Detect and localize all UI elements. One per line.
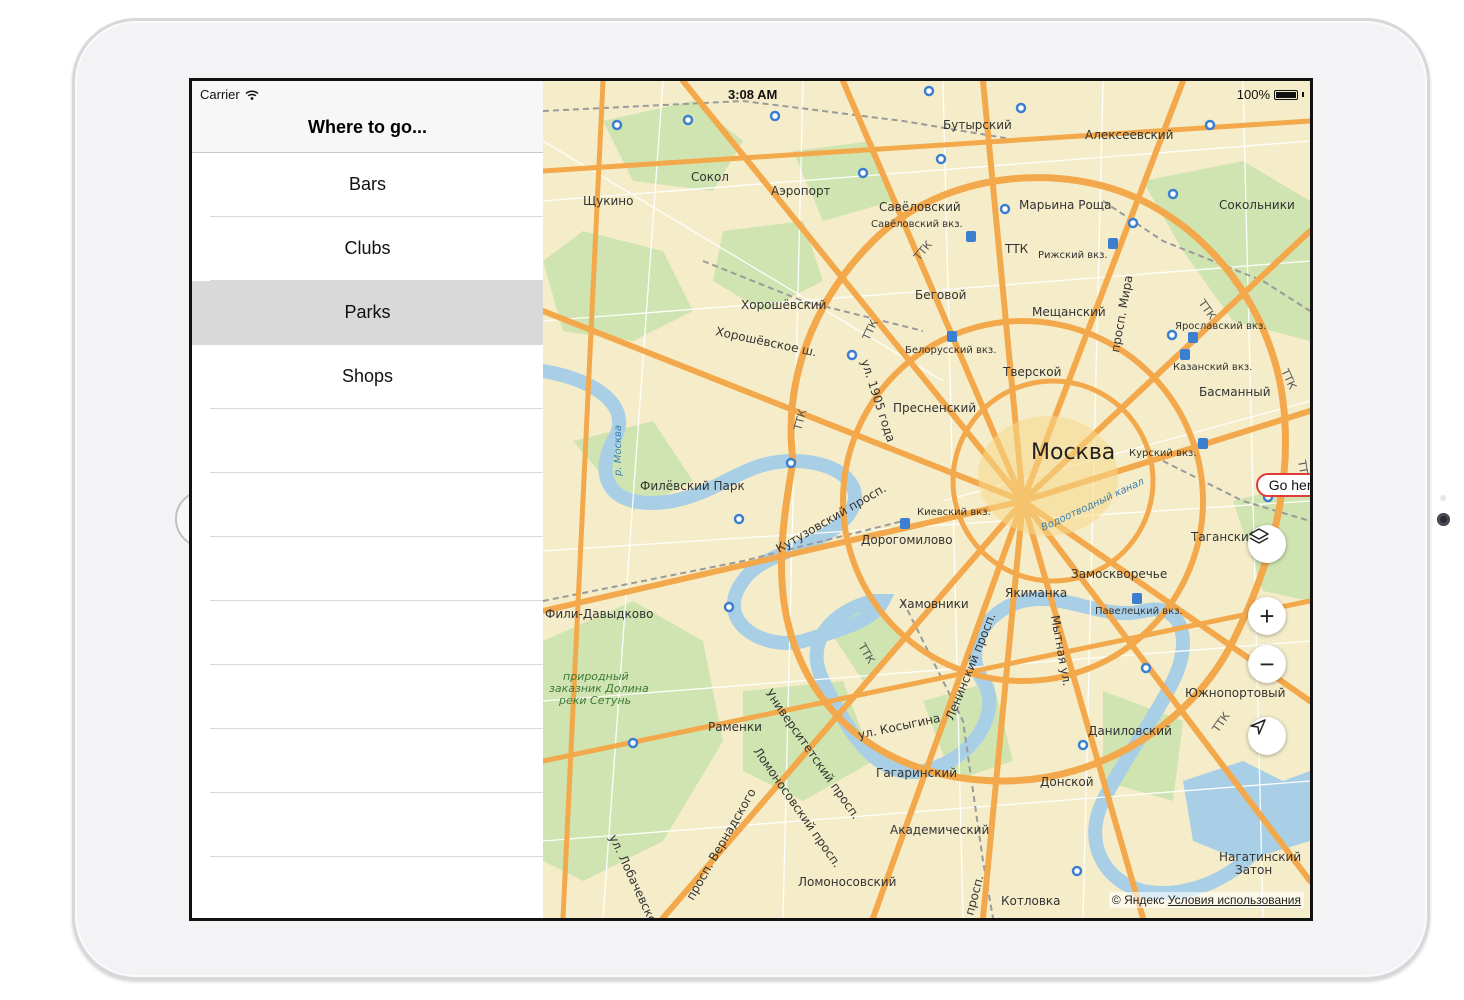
map-label: Гагаринский	[876, 766, 957, 780]
list-item-empty[interactable]	[192, 665, 543, 729]
sidebar-navbar: Carrier Where to go...	[192, 81, 543, 153]
map-label: Аэропорт	[771, 184, 831, 198]
battery-percent: 100%	[1236, 87, 1270, 102]
light-sensor	[1440, 495, 1446, 501]
map-label: Фили-Давыдково	[545, 607, 654, 621]
front-camera	[1437, 513, 1450, 526]
copyright-text: © Яндекс	[1111, 893, 1165, 907]
zoom-out-button[interactable]: −	[1248, 645, 1286, 683]
map-label: ТТК	[1209, 710, 1233, 736]
layers-button[interactable]	[1248, 525, 1286, 563]
list-item-empty[interactable]	[192, 729, 543, 793]
list-item-empty[interactable]	[192, 473, 543, 537]
status-battery: 100%	[1237, 87, 1304, 102]
map-label: Дорогомилово	[861, 533, 953, 547]
map-label: Марьина Роща	[1019, 198, 1111, 212]
sidebar: Carrier Where to go... Bars Clubs Parks …	[192, 81, 543, 918]
map-label: Затон	[1235, 863, 1272, 877]
status-carrier: Carrier	[200, 87, 259, 102]
map-label: просп. Мира	[1108, 274, 1135, 353]
row-divider	[210, 856, 543, 857]
map-label: Басманный	[1199, 385, 1271, 399]
layers-icon	[1249, 528, 1269, 544]
map-label: Южнопортовый	[1185, 686, 1285, 700]
list-item-empty[interactable]	[192, 601, 543, 665]
terms-link[interactable]: Условия использования	[1168, 893, 1301, 907]
map-label: Беговой	[915, 288, 966, 302]
battery-tip	[1302, 92, 1304, 97]
map-label: Бутырский	[943, 118, 1012, 132]
map-label: р. Москва	[613, 425, 624, 477]
map-label: Мещанский	[1032, 305, 1106, 319]
map-label: Алексеевский	[1085, 128, 1173, 142]
map-label: Якиманка	[1005, 586, 1067, 600]
map-label: просп. Вернадского	[683, 786, 758, 903]
list-item-empty[interactable]	[192, 409, 543, 473]
list-item-empty[interactable]	[192, 537, 543, 601]
map-label: Замоскворечье	[1071, 567, 1167, 581]
device-screen: Carrier Where to go... Bars Clubs Parks …	[189, 78, 1313, 921]
map-label: Курский вкз.	[1129, 448, 1197, 459]
status-time: 3:08 AM	[728, 87, 778, 102]
map-label: Савёловский	[879, 200, 961, 214]
list-item-empty[interactable]	[192, 793, 543, 857]
map-tiles: Бутырский Алексеевский Сокол Аэропорт Щу…	[543, 81, 1310, 918]
map-label: Щукино	[583, 194, 633, 208]
zoom-in-button[interactable]: +	[1248, 597, 1286, 635]
list-item-parks[interactable]: Parks	[192, 281, 543, 345]
wifi-icon	[245, 89, 259, 100]
map-label: реки Сетунь	[558, 694, 631, 707]
battery-icon	[1274, 89, 1298, 100]
map-label: Казанский вкз.	[1173, 362, 1252, 373]
map-label: Ярославский вкз.	[1175, 321, 1266, 332]
map-label: Даниловский	[1088, 724, 1172, 738]
map-label: Павелецкий вкз.	[1095, 606, 1183, 617]
map-label: Донской	[1040, 775, 1094, 789]
carrier-label: Carrier	[200, 87, 240, 102]
map-label: Ломоносовский	[798, 875, 896, 889]
map-label: Савёловский вкз.	[871, 219, 963, 230]
map-label: Сокольники	[1219, 198, 1295, 212]
map-label: Киевский вкз.	[917, 507, 991, 518]
list-item-label: Clubs	[344, 238, 391, 258]
map-label: Раменки	[708, 720, 762, 734]
list-item-bars[interactable]: Bars	[192, 153, 543, 217]
map-label: Хорошёвский	[741, 298, 826, 312]
map-label: Филёвский Парк	[640, 479, 745, 493]
location-arrow-icon	[1250, 719, 1266, 735]
map-view[interactable]: Бутырский Алексеевский Сокол Аэропорт Щу…	[543, 81, 1310, 918]
city-label: Москва	[1031, 440, 1115, 465]
map-label: Хамовники	[899, 597, 969, 611]
map-label: ТТК	[1004, 242, 1029, 256]
list-item-label: Parks	[344, 302, 391, 322]
list-item-clubs[interactable]: Clubs	[192, 217, 543, 281]
map-label: Рижский вкз.	[1038, 250, 1108, 261]
list-item-shops[interactable]: Shops	[192, 345, 543, 409]
map-label: Белорусский вкз.	[905, 345, 996, 356]
page-title: Where to go...	[308, 117, 427, 137]
go-here-callout[interactable]: Go here	[1256, 473, 1310, 497]
map-label: Академический	[890, 823, 989, 837]
list-item-label: Bars	[348, 174, 386, 194]
map-label: ул. Косыгина	[857, 711, 942, 742]
map-attribution: © Яндекс Условия использования	[1108, 892, 1304, 908]
my-location-button[interactable]	[1248, 717, 1286, 755]
map-label: Таганский	[1190, 530, 1257, 544]
map-label: Сокол	[691, 170, 729, 184]
map-label: Пресненский	[893, 401, 976, 415]
map-label: Нагатинский	[1219, 850, 1301, 864]
map-label: Тверской	[1002, 365, 1061, 379]
map-label: Котловка	[1001, 894, 1061, 908]
map-label: Хорошёвское ш.	[714, 324, 818, 359]
list-item-label: Shops	[341, 366, 394, 386]
